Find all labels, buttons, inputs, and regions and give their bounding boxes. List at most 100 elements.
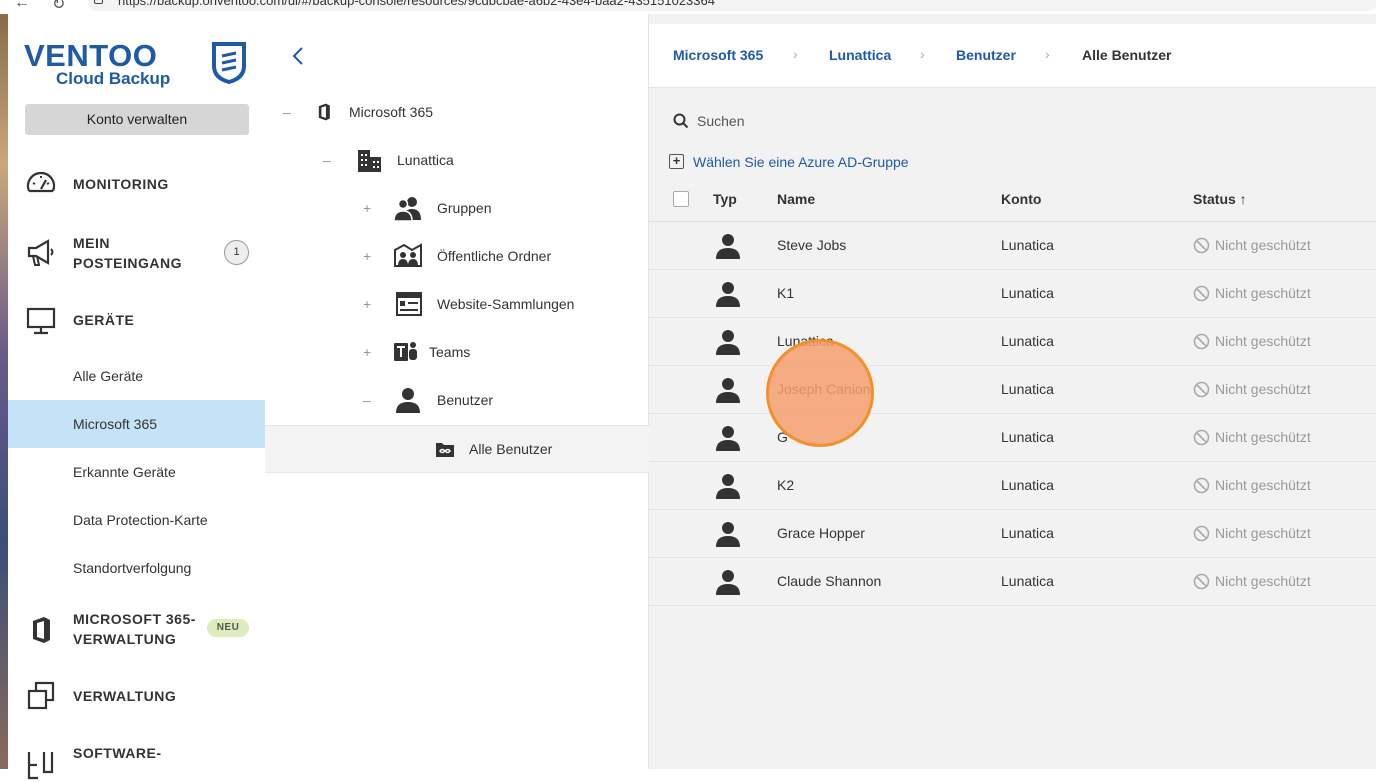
column-header-status[interactable]: Status ↑	[1193, 191, 1247, 207]
ventoo-logo[interactable]: VENTOO Cloud Backup	[24, 38, 254, 90]
row-name[interactable]: K1	[777, 285, 794, 301]
tree-toggle-minus[interactable]: –	[363, 392, 371, 408]
tree-toggle-plus[interactable]: +	[363, 296, 371, 312]
search-input[interactable]: Suchen	[673, 110, 744, 132]
back-icon[interactable]: ←	[14, 0, 30, 12]
table-row[interactable]: K1 Lunatica Nicht geschützt	[649, 270, 1376, 318]
tree-node-teams[interactable]: + Teams	[265, 328, 649, 376]
select-azure-group-link[interactable]: + Wählen Sie eine Azure AD-Gruppe	[669, 153, 909, 171]
table-row[interactable]: LunatticaLunaticaNicht geschützt	[649, 318, 1376, 366]
office-icon	[318, 103, 330, 121]
nav-software[interactable]: SOFTWARE-	[8, 742, 265, 780]
tree-toggle-plus[interactable]: +	[363, 344, 371, 360]
not-protected-icon	[1193, 237, 1210, 254]
breadcrumb-current: Alle Benutzer	[1082, 47, 1172, 63]
row-status-label: Nicht geschützt	[1215, 381, 1311, 397]
user-icon	[716, 378, 740, 403]
nav-m365-label-2: VERWALTUNG	[73, 631, 177, 647]
row-name[interactable]: Steve Jobs	[777, 237, 846, 253]
table-row[interactable]: Steve Jobs Lunatica Nicht geschützt	[649, 222, 1376, 270]
user-icon	[716, 234, 740, 259]
nav-inbox[interactable]: MEIN POSTEINGANG 1	[8, 232, 265, 276]
breadcrumb-microsoft-365[interactable]: Microsoft 365	[673, 47, 763, 63]
logo-subtext: Cloud Backup	[56, 69, 171, 88]
office-icon	[33, 617, 50, 643]
tree-node-benutzer[interactable]: – Benutzer	[265, 376, 649, 424]
infinity-folder-icon	[436, 443, 454, 457]
breadcrumb-separator: ›	[1045, 46, 1050, 62]
row-name[interactable]: Grace Hopper	[777, 525, 865, 541]
table-row[interactable]: Joseph CanionLunaticaNicht geschützt	[649, 366, 1376, 414]
reload-icon[interactable]: ↻	[52, 0, 65, 14]
group-icon	[393, 197, 421, 222]
row-status-label: Nicht geschützt	[1215, 333, 1311, 349]
not-protected-icon	[1193, 429, 1210, 446]
row-status: Nicht geschützt	[1193, 477, 1311, 494]
column-header-typ[interactable]: Typ	[713, 191, 737, 207]
not-protected-icon	[1193, 381, 1210, 398]
row-status-label: Nicht geschützt	[1215, 477, 1311, 493]
windows-stack-icon	[27, 681, 55, 710]
not-protected-icon	[1193, 285, 1210, 302]
tree-node-lunattica[interactable]: – Lunattica	[265, 136, 649, 184]
table-row[interactable]: G Lunatica Nicht geschützt	[649, 414, 1376, 462]
tree-node-site-collections[interactable]: + Website-Sammlungen	[265, 280, 649, 328]
user-icon	[716, 282, 740, 307]
user-icon	[396, 388, 420, 413]
software-icon	[27, 752, 54, 780]
row-name[interactable]: K2	[777, 477, 794, 493]
tree-label: Teams	[429, 344, 471, 360]
row-status: Nicht geschützt	[1193, 525, 1311, 542]
nav-m365-label-1: MICROSOFT 365-	[73, 611, 196, 627]
manage-account-button[interactable]: Konto verwalten	[25, 104, 249, 135]
nav-devices[interactable]: GERÄTE	[8, 304, 265, 338]
nav-monitoring[interactable]: MONITORING	[8, 166, 265, 202]
tree-node-microsoft-365[interactable]: – Microsoft 365	[265, 88, 649, 136]
sub-data-protection-map[interactable]: Data Protection-Karte	[8, 496, 265, 544]
tree-toggle-plus[interactable]: +	[363, 200, 371, 216]
nav-administration[interactable]: VERWALTUNG	[8, 678, 265, 714]
table-row[interactable]: K2 Lunatica Nicht geschützt	[649, 462, 1376, 510]
sub-detected-devices[interactable]: Erkannte Geräte	[8, 448, 265, 496]
user-icon	[716, 426, 740, 451]
breadcrumb-benutzer[interactable]: Benutzer	[956, 47, 1016, 63]
tree-toggle-minus[interactable]: –	[323, 152, 331, 168]
nav-inbox-label-2: POSTEINGANG	[73, 255, 182, 271]
click-highlight	[766, 339, 874, 447]
tree-toggle-plus[interactable]: +	[363, 248, 371, 264]
tree-label: Alle Benutzer	[469, 441, 553, 457]
teams-icon	[394, 342, 417, 361]
table-row[interactable]: Claude Shannon Lunatica Nicht geschützt	[649, 558, 1376, 606]
tree-node-gruppen[interactable]: + Gruppen	[265, 184, 649, 232]
user-icon	[716, 330, 740, 355]
collapse-chevron-icon[interactable]	[291, 46, 305, 66]
sub-location-tracking[interactable]: Standortverfolgung	[8, 544, 265, 592]
row-status-label: Nicht geschützt	[1215, 573, 1311, 589]
monitor-icon	[26, 307, 56, 335]
table-row[interactable]: Grace Hopper Lunatica Nicht geschützt	[649, 510, 1376, 558]
row-status: Nicht geschützt	[1193, 237, 1311, 254]
megaphone-icon	[27, 239, 54, 266]
main-content: Microsoft 365 › Lunattica › Benutzer › A…	[649, 14, 1376, 769]
not-protected-icon	[1193, 525, 1210, 542]
sub-microsoft-365[interactable]: Microsoft 365	[8, 400, 265, 448]
breadcrumb-lunattica[interactable]: Lunattica	[829, 47, 891, 63]
inbox-count-badge: 1	[224, 240, 249, 265]
address-bar[interactable]: https://backup.onventoo.com/ui/#/backup-…	[88, 0, 1376, 11]
not-protected-icon	[1193, 573, 1210, 590]
row-name[interactable]: Claude Shannon	[777, 573, 881, 589]
tree-label: Website-Sammlungen	[437, 296, 575, 312]
column-header-name[interactable]: Name	[777, 191, 815, 207]
row-status: Nicht geschützt	[1193, 333, 1311, 350]
row-konto: Lunatica	[1001, 429, 1054, 445]
tree-toggle-minus[interactable]: –	[283, 104, 291, 120]
tree-label: Gruppen	[437, 200, 492, 216]
nav-m365-management[interactable]: MICROSOFT 365- VERWALTUNG NEU	[8, 608, 265, 652]
tree-node-all-users[interactable]: Alle Benutzer	[265, 425, 649, 473]
sub-all-devices[interactable]: Alle Geräte	[8, 352, 265, 400]
tree-label: Benutzer	[437, 392, 494, 408]
select-all-checkbox[interactable]	[673, 191, 689, 207]
column-header-konto[interactable]: Konto	[1001, 191, 1041, 207]
row-status: Nicht geschützt	[1193, 429, 1311, 446]
tree-node-public-folders[interactable]: + Öffentliche Ordner	[265, 232, 649, 280]
